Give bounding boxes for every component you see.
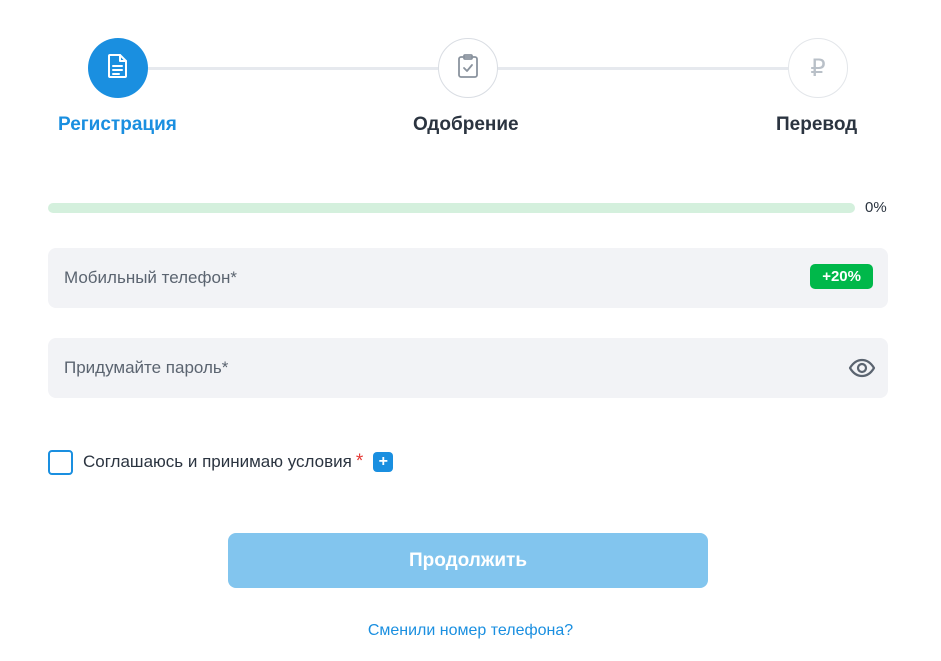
agreement-row: Соглашаюсь и принимаю условия * +	[48, 449, 394, 475]
clipboard-check-icon	[456, 53, 480, 84]
progress-bar	[48, 203, 855, 213]
document-icon	[106, 53, 130, 84]
agreement-label: Соглашаюсь и принимаю условия	[83, 452, 352, 471]
step-connector	[498, 67, 788, 70]
step-approval	[438, 38, 498, 98]
phone-input[interactable]	[48, 248, 888, 308]
agreement-checkbox[interactable]	[48, 449, 73, 475]
registration-stepper: Регистрация Одобрение ₽ Перевод	[0, 0, 941, 150]
change-phone-link[interactable]: Сменили номер телефона?	[0, 622, 941, 640]
password-field	[48, 338, 888, 398]
continue-button[interactable]: Продолжить	[228, 533, 708, 588]
step-transfer-label: Перевод	[776, 114, 858, 135]
expand-terms-button[interactable]: +	[373, 452, 394, 472]
step-registration	[88, 38, 148, 98]
required-mark: *	[355, 451, 364, 472]
step-connector	[148, 67, 438, 70]
step-transfer: ₽	[788, 38, 848, 98]
bonus-badge: +20%	[810, 264, 873, 289]
progress-percent: 0%	[865, 199, 887, 216]
step-approval-label: Одобрение	[413, 114, 519, 135]
eye-icon[interactable]	[848, 355, 876, 381]
password-input[interactable]	[48, 338, 888, 398]
ruble-icon: ₽	[810, 54, 826, 82]
step-registration-label: Регистрация	[58, 114, 177, 135]
phone-field: +20%	[48, 248, 888, 308]
